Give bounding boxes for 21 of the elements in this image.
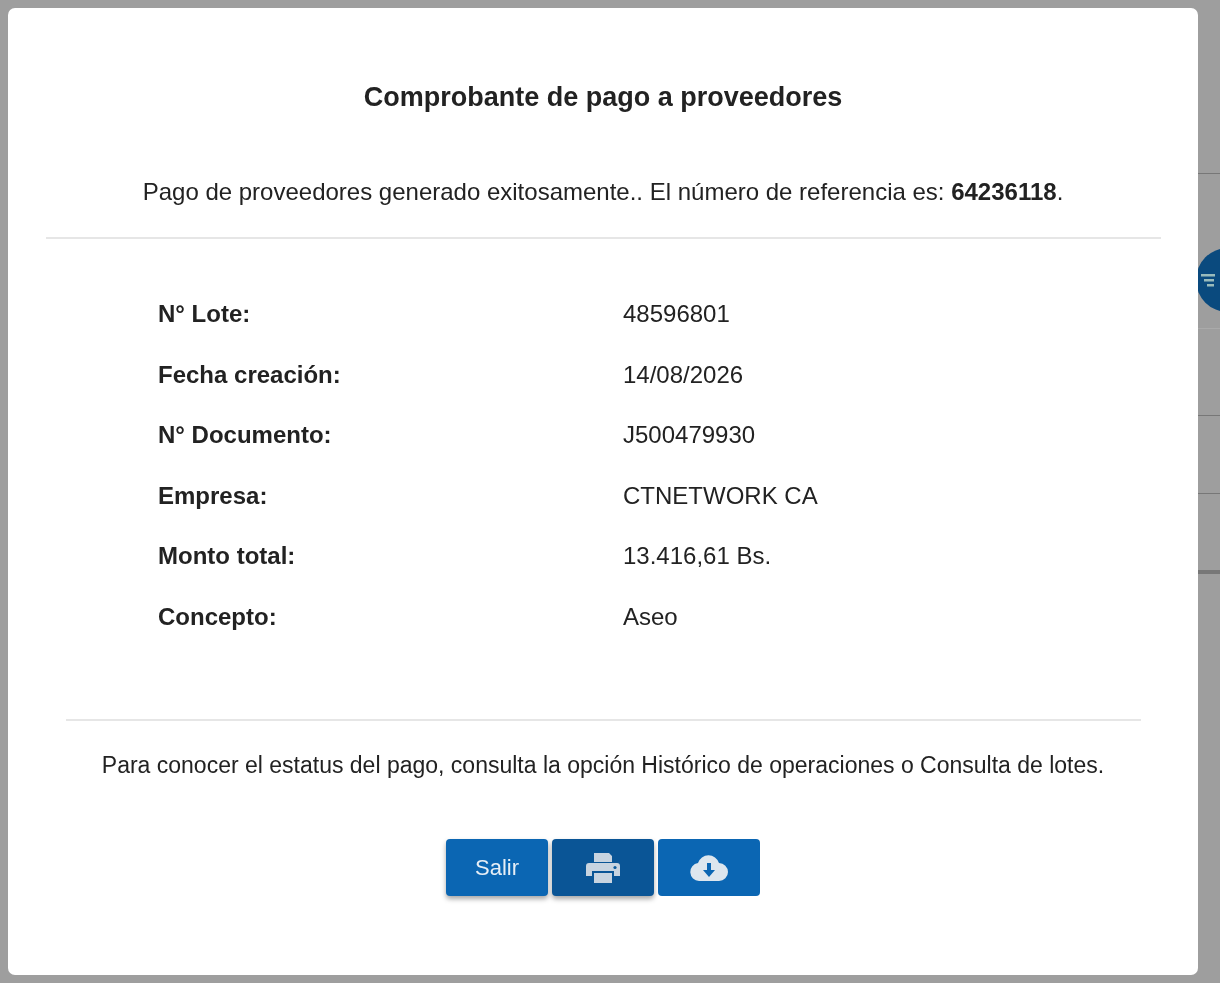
detail-label: Concepto: — [158, 602, 278, 631]
detail-label: Empresa: — [158, 481, 269, 510]
filter-icon — [1201, 273, 1215, 287]
detail-label: N° Documento: — [158, 421, 333, 450]
detail-label: N° Lote: — [158, 300, 252, 329]
detail-label: Monto total: — [158, 542, 297, 571]
detail-value: Aseo — [623, 602, 679, 631]
success-message: Pago de proveedores generado exitosamente.. El número de referencia es: 64236118. — [142, 177, 1064, 207]
download-button[interactable] — [658, 839, 760, 896]
detail-value: J500479930 — [623, 421, 757, 450]
detail-value: 13.416,61 Bs. — [623, 542, 773, 571]
exit-button[interactable]: Salir — [446, 839, 548, 896]
detail-value: 14/08/2026 — [623, 360, 745, 389]
printer-icon — [586, 852, 620, 883]
detail-value: 48596801 — [623, 300, 731, 329]
print-button[interactable] — [552, 839, 654, 896]
status-note: Para conocer el estatus del pago, consulta la opción Histórico de operaciones o Consulta de lotes. — [101, 751, 1105, 780]
detail-value: CTNETWORK CA — [623, 481, 819, 510]
cloud-download-icon — [690, 854, 728, 881]
dialog-title: Comprobante de pago a proveedores — [363, 81, 843, 114]
detail-label: Fecha creación: — [158, 360, 342, 389]
